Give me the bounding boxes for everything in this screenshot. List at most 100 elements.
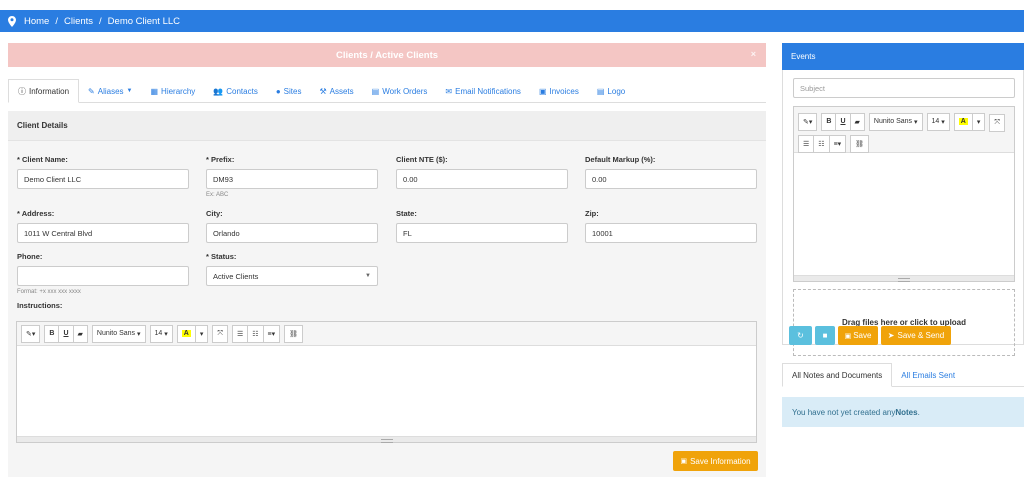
tab-invoices[interactable]: ▣ Invoices xyxy=(530,79,588,103)
magic-wand-icon[interactable]: ✎▾ xyxy=(21,324,41,343)
instructions-editor[interactable]: ✎▾ B U ▰ Nunito Sans ▾ 14 ▾ A ▾ ⤧ ☰ ☷ ≡▾ xyxy=(16,321,757,443)
underline-button[interactable]: U xyxy=(59,324,74,343)
save-information-button[interactable]: ▣ Save Information xyxy=(673,451,758,471)
tab-label: Information xyxy=(29,86,70,96)
editor-resize-handle[interactable] xyxy=(794,275,1014,282)
address-group: * Address: 1011 W Central Blvd xyxy=(17,209,189,243)
client-name-input[interactable]: Demo Client LLC xyxy=(17,169,189,189)
status-group: * Status: Active Clients ▼ xyxy=(206,252,378,286)
markup-label: Default Markup (%): xyxy=(585,155,656,164)
eraser-icon[interactable]: ▰ xyxy=(850,112,865,131)
save-button[interactable]: ▣ Save xyxy=(838,326,878,345)
tab-sites[interactable]: ● Sites xyxy=(267,79,311,103)
tab-contacts[interactable]: 👥 Contacts xyxy=(204,79,267,103)
notes-empty-notice: You have not yet created any Notes . xyxy=(782,397,1024,427)
status-select-value: Active Clients xyxy=(213,271,259,281)
link-icon[interactable]: ⛓ xyxy=(850,135,870,153)
breadcrumb: Home / Clients / Demo Client LLC xyxy=(0,10,1024,32)
save-icon: ▣ xyxy=(680,458,688,465)
font-size-dropdown[interactable]: 14 ▾ xyxy=(926,112,950,131)
tab-all-notes[interactable]: All Notes and Documents xyxy=(782,363,893,387)
tab-label: Aliases xyxy=(97,86,124,96)
underline-button[interactable]: U xyxy=(836,112,851,131)
edit-icon: ✎ xyxy=(88,86,95,96)
instructions-label: Instructions: xyxy=(17,301,63,310)
bookmark-button[interactable]: ■ xyxy=(815,326,835,345)
markup-group: Default Markup (%): 0.00 xyxy=(585,155,757,189)
state-group: State: FL xyxy=(396,209,568,243)
unordered-list-icon[interactable]: ☰ xyxy=(798,135,815,153)
hierarchy-icon: ▦ xyxy=(150,86,159,96)
highlight-color-button[interactable]: A xyxy=(176,324,196,343)
notes-tabs: All Notes and Documents All Emails Sent xyxy=(782,363,1024,387)
event-editor[interactable]: ✎▾ B U ▰ Nunito Sans ▾ 14 ▾ A ▾ ⤧ ☰ ☷ ≡▾ xyxy=(793,106,1015,282)
tab-assets[interactable]: ⚒ Assets xyxy=(310,79,362,103)
nte-group: Client NTE ($): 0.00 xyxy=(396,155,568,189)
city-input[interactable]: Orlando xyxy=(206,223,378,243)
fullscreen-icon[interactable]: ⤧ xyxy=(989,114,1005,132)
tab-email-notifications[interactable]: ✉ Email Notifications xyxy=(436,79,530,103)
status-select[interactable]: Active Clients ▼ xyxy=(206,266,378,286)
save-icon: ▣ xyxy=(844,332,852,340)
tab-label: Assets xyxy=(329,86,354,96)
state-input[interactable]: FL xyxy=(396,223,568,243)
section-title: Client Details xyxy=(8,111,766,141)
link-icon[interactable]: ⛓ xyxy=(284,324,304,343)
tab-work-orders[interactable]: ▤ Work Orders xyxy=(363,79,437,103)
tab-information[interactable]: ⓘ Information xyxy=(8,79,80,103)
phone-input[interactable] xyxy=(17,266,189,286)
ordered-list-icon[interactable]: ☷ xyxy=(248,324,264,343)
refresh-button[interactable]: ↻ xyxy=(789,326,812,345)
bookmark-icon: ■ xyxy=(822,331,828,340)
events-panel: Subject ✎▾ B U ▰ Nunito Sans ▾ 14 ▾ A ▾ … xyxy=(782,70,1024,356)
font-family-dropdown[interactable]: Nunito Sans ▾ xyxy=(91,324,146,343)
nte-input[interactable]: 0.00 xyxy=(396,169,568,189)
zip-group: Zip: 10001 xyxy=(585,209,757,243)
eraser-icon[interactable]: ▰ xyxy=(73,324,88,343)
prefix-label: * Prefix: xyxy=(206,155,235,164)
font-size-dropdown[interactable]: 14 ▾ xyxy=(149,324,173,343)
editor-toolbar: ✎▾ B U ▰ Nunito Sans ▾ 14 ▾ A ▾ ⤧ ☰ ☷ ≡▾ xyxy=(17,322,756,346)
notice-suffix: . xyxy=(917,407,920,417)
breadcrumb-clients[interactable]: Clients xyxy=(64,16,93,27)
editor-resize-handle[interactable] xyxy=(17,436,756,443)
fullscreen-icon[interactable]: ⤧ xyxy=(212,324,228,343)
zip-input[interactable]: 10001 xyxy=(585,223,757,243)
tab-aliases[interactable]: ✎ Aliases ▼ xyxy=(79,79,141,103)
tab-hierarchy[interactable]: ▦ Hierarchy xyxy=(141,79,204,103)
align-icon[interactable]: ≡▾ xyxy=(263,324,281,343)
align-icon[interactable]: ≡▾ xyxy=(829,135,847,153)
address-input[interactable]: 1011 W Central Blvd xyxy=(17,223,189,243)
status-alert: Clients / Active Clients × xyxy=(8,43,766,67)
client-details-panel: Client Details * Client Name: Demo Clien… xyxy=(8,111,766,477)
unordered-list-icon[interactable]: ☰ xyxy=(231,324,249,343)
image-file-icon: ▤ xyxy=(596,86,605,96)
magic-wand-icon[interactable]: ✎▾ xyxy=(798,112,818,131)
close-icon[interactable]: × xyxy=(751,49,756,59)
client-main-column: Clients / Active Clients × ⓘ Information … xyxy=(8,43,766,477)
font-size-value: 14 xyxy=(154,330,163,337)
prefix-hint: Ex: ABC xyxy=(206,192,229,198)
markup-input[interactable]: 0.00 xyxy=(585,169,757,189)
file-dropzone[interactable]: Drag files here or click to upload xyxy=(793,289,1015,356)
font-family-dropdown[interactable]: Nunito Sans ▾ xyxy=(868,112,923,131)
tab-all-emails[interactable]: All Emails Sent xyxy=(892,363,964,387)
client-name-group: * Client Name: Demo Client LLC xyxy=(17,155,189,189)
gavel-icon: ⚒ xyxy=(319,86,327,96)
file-icon: ▤ xyxy=(371,86,380,96)
color-dropdown-icon[interactable]: ▾ xyxy=(972,112,986,131)
bold-button[interactable]: B xyxy=(821,112,837,131)
save-send-button[interactable]: ➤ Save & Send xyxy=(881,326,951,345)
event-editor-toolbar: ✎▾ B U ▰ Nunito Sans ▾ 14 ▾ A ▾ ⤧ ☰ ☷ ≡▾ xyxy=(794,107,1014,153)
instructions-group: Instructions: xyxy=(17,301,62,315)
breadcrumb-home[interactable]: Home xyxy=(24,16,49,27)
highlight-color-button[interactable]: A xyxy=(953,112,973,131)
color-dropdown-icon[interactable]: ▾ xyxy=(195,324,209,343)
tab-logo[interactable]: ▤ Logo xyxy=(588,79,634,103)
ordered-list-icon[interactable]: ☷ xyxy=(814,135,830,153)
tab-label: Logo xyxy=(607,86,626,96)
bold-button[interactable]: B xyxy=(44,324,60,343)
subject-input[interactable]: Subject xyxy=(793,78,1015,98)
prefix-input[interactable]: DM93 xyxy=(206,169,378,189)
users-icon: 👥 xyxy=(213,86,224,96)
